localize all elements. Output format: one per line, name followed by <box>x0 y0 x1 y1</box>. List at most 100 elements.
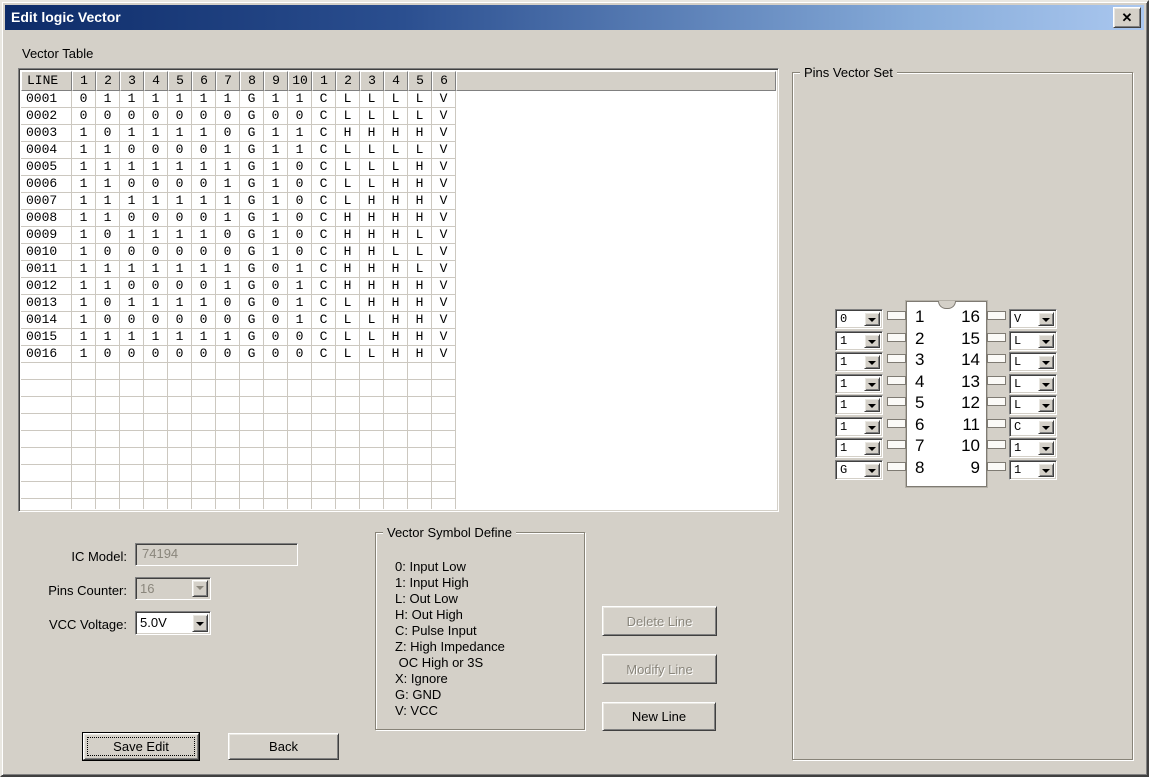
empty-cell <box>144 499 168 509</box>
table-row[interactable]: 0002 0 0 0 0 0 0 0 G 0 0 C L L L L V <box>21 108 776 125</box>
pin-4-dropdown[interactable]: 1 <box>835 374 883 394</box>
table-row[interactable]: 0008 1 1 0 0 0 0 1 G 1 0 C H H H H V <box>21 210 776 227</box>
vector-cell: L <box>336 176 360 193</box>
pin-11-dropdown[interactable]: C <box>1009 417 1057 437</box>
pin-value: 1 <box>1014 463 1022 477</box>
empty-cell <box>168 397 192 414</box>
back-button[interactable]: Back <box>228 733 339 760</box>
chevron-down-icon[interactable] <box>1038 398 1054 412</box>
vector-cell: H <box>408 295 432 312</box>
empty-cell <box>240 414 264 431</box>
chip-pin-number-right: 12 <box>961 393 980 412</box>
column-header: 1 <box>312 71 336 91</box>
pin-value: L <box>1014 398 1022 412</box>
pin-14-dropdown[interactable]: L <box>1009 352 1057 372</box>
table-row[interactable]: 0007 1 1 1 1 1 1 1 G 1 0 C L H H H V <box>21 193 776 210</box>
chevron-down-icon[interactable] <box>1038 463 1054 477</box>
pin-stub <box>987 376 1006 385</box>
chip-pin-number-left: 7 <box>915 436 925 455</box>
pin-16-dropdown[interactable]: V <box>1009 309 1057 329</box>
new-line-button[interactable]: New Line <box>602 702 716 731</box>
chevron-down-icon[interactable] <box>864 355 880 369</box>
chevron-down-icon[interactable] <box>864 377 880 391</box>
chevron-down-icon[interactable] <box>1038 420 1054 434</box>
vector-cell: 1 <box>144 295 168 312</box>
pin-10-dropdown[interactable]: 1 <box>1009 438 1057 458</box>
empty-cell <box>360 431 384 448</box>
chevron-down-icon[interactable] <box>1038 441 1054 455</box>
table-row[interactable]: 0016 1 0 0 0 0 0 0 G 0 0 C L L H H V <box>21 346 776 363</box>
vector-cell: 0 <box>216 295 240 312</box>
table-row[interactable]: 0011 1 1 1 1 1 1 1 G 0 1 C H H H L V <box>21 261 776 278</box>
save-edit-button[interactable]: Save Edit <box>83 733 199 760</box>
close-button[interactable]: ✕ <box>1113 7 1141 28</box>
table-row[interactable]: 0015 1 1 1 1 1 1 1 G 0 0 C L L H H V <box>21 329 776 346</box>
chevron-down-icon[interactable] <box>864 441 880 455</box>
chip-pin-number-left: 1 <box>915 307 925 326</box>
vcc-voltage-dropdown[interactable]: 5.0V <box>135 611 211 635</box>
vector-cell: H <box>408 278 432 295</box>
table-row[interactable]: 0010 1 0 0 0 0 0 0 G 1 0 C H H L L V <box>21 244 776 261</box>
vector-cell: V <box>432 295 456 312</box>
vector-cell: V <box>432 125 456 142</box>
table-row[interactable]: 0009 1 0 1 1 1 1 0 G 1 0 C H H H L V <box>21 227 776 244</box>
empty-cell <box>408 448 432 465</box>
vector-cell: 0 <box>120 346 144 363</box>
chevron-down-icon[interactable] <box>1038 355 1054 369</box>
pin-15-dropdown[interactable]: L <box>1009 331 1057 351</box>
table-row[interactable]: 0014 1 0 0 0 0 0 0 G 0 1 C L L H H V <box>21 312 776 329</box>
pin-2-dropdown[interactable]: 1 <box>835 331 883 351</box>
vector-cell: C <box>312 108 336 125</box>
empty-cell <box>216 448 240 465</box>
vector-cell: 1 <box>216 278 240 295</box>
pin-13-dropdown[interactable]: L <box>1009 374 1057 394</box>
pin-9-dropdown[interactable]: 1 <box>1009 460 1057 480</box>
chevron-down-icon[interactable] <box>864 420 880 434</box>
table-row[interactable]: 0003 1 0 1 1 1 1 0 G 1 1 C H H H H V <box>21 125 776 142</box>
pin-stub <box>887 397 906 406</box>
vector-cell: C <box>312 210 336 227</box>
vector-cell: 0 <box>120 244 144 261</box>
pin-12-dropdown[interactable]: L <box>1009 395 1057 415</box>
pin-value: 0 <box>840 312 848 326</box>
table-row[interactable]: 0005 1 1 1 1 1 1 1 G 1 0 C L L L H V <box>21 159 776 176</box>
chip-pin-number-left: 5 <box>915 393 925 412</box>
table-row[interactable]: 0006 1 1 0 0 0 0 1 G 1 0 C L L H H V <box>21 176 776 193</box>
empty-cell <box>216 397 240 414</box>
vector-cell: 1 <box>192 295 216 312</box>
pin-5-dropdown[interactable]: 1 <box>835 395 883 415</box>
vector-cell: L <box>360 329 384 346</box>
vector-cell: 1 <box>144 261 168 278</box>
chevron-down-icon[interactable] <box>864 334 880 348</box>
chevron-down-icon[interactable] <box>864 312 880 326</box>
pin-8-dropdown[interactable]: G <box>835 460 883 480</box>
pin-value: C <box>1014 420 1022 434</box>
chevron-down-icon[interactable] <box>1038 312 1054 326</box>
empty-cell <box>120 482 144 499</box>
empty-cell <box>72 465 96 482</box>
vector-cell: H <box>360 210 384 227</box>
table-row[interactable]: 0001 0 1 1 1 1 1 1 G 1 1 C L L L L V <box>21 91 776 108</box>
chevron-down-icon[interactable] <box>1038 377 1054 391</box>
titlebar[interactable]: Edit logic Vector ✕ <box>5 5 1144 30</box>
empty-cell <box>408 482 432 499</box>
pin-3-dropdown[interactable]: 1 <box>835 352 883 372</box>
chevron-down-icon[interactable] <box>864 463 880 477</box>
vector-cell: 1 <box>72 244 96 261</box>
chevron-down-icon[interactable] <box>192 614 208 632</box>
chevron-down-icon[interactable] <box>864 398 880 412</box>
empty-cell <box>336 431 360 448</box>
table-row[interactable]: 0012 1 1 0 0 0 0 1 G 0 1 C H H H H V <box>21 278 776 295</box>
pin-6-dropdown[interactable]: 1 <box>835 417 883 437</box>
vector-cell: H <box>384 176 408 193</box>
pin-1-dropdown[interactable]: 0 <box>835 309 883 329</box>
symbol-define-line: OC High or 3S <box>395 655 484 670</box>
empty-cell <box>312 363 336 380</box>
vector-cell: 1 <box>96 159 120 176</box>
chevron-down-icon[interactable] <box>1038 334 1054 348</box>
table-row[interactable]: 0013 1 0 1 1 1 1 0 G 0 1 C L H H H V <box>21 295 776 312</box>
table-row[interactable]: 0004 1 1 0 0 0 0 1 G 1 1 C L L L L V <box>21 142 776 159</box>
empty-cell <box>96 448 120 465</box>
vector-cell: H <box>360 261 384 278</box>
pin-7-dropdown[interactable]: 1 <box>835 438 883 458</box>
